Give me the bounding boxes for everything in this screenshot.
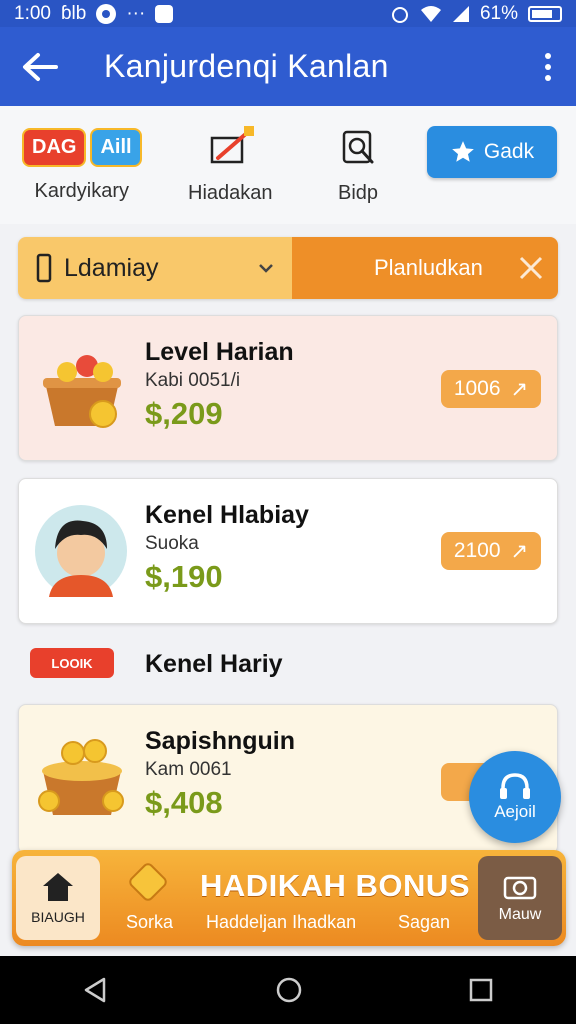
card-value-pill[interactable]: 1006 ↗ xyxy=(441,370,541,408)
card-title: Sapishnguin xyxy=(145,727,295,755)
card-subtitle: Kabi 0051/i xyxy=(145,370,241,391)
section-title: Kenel Hariy xyxy=(145,650,283,678)
edit-pencil-icon xyxy=(211,126,255,164)
toolbar-item-hiadakan[interactable]: Hiadakan xyxy=(188,126,273,205)
back-button[interactable] xyxy=(0,27,80,106)
close-icon[interactable] xyxy=(518,255,544,281)
alarm-icon xyxy=(391,6,408,23)
status-dots: ··· xyxy=(126,2,146,24)
filter-dropdown[interactable]: Ldamiay xyxy=(18,237,292,299)
card-value-pill[interactable]: 2100 ↗ xyxy=(441,532,541,570)
phone-icon xyxy=(36,253,52,283)
camera-icon xyxy=(503,876,537,900)
card-price: $,190 xyxy=(145,559,223,594)
brand-logo: DAG Aill xyxy=(22,126,142,168)
filter-action-label: Planludkan xyxy=(374,255,483,280)
filter-action[interactable]: Planludkan xyxy=(292,237,558,299)
status-network-text: ɓlb xyxy=(60,2,87,24)
battery-percent: 61% xyxy=(479,2,518,24)
card-subtitle: Kam 0061 xyxy=(145,759,232,780)
gadk-button[interactable]: Gadk xyxy=(427,126,557,178)
card-subtitle: Suoka xyxy=(145,533,199,554)
star-icon xyxy=(452,141,474,162)
search-document-icon xyxy=(342,130,374,164)
status-bar: 1:00 ɓlb ··· 61% xyxy=(0,0,576,27)
app-bar: Kanjurdenqi Kanlan xyxy=(0,27,576,106)
home-circle-icon[interactable] xyxy=(275,976,303,1004)
coin-basket-icon xyxy=(43,355,121,428)
toolbar-item-label: Hiadakan xyxy=(188,182,273,204)
toolbar: DAG Aill Kardyikary Hiadakan Bidp Gadk xyxy=(0,106,576,224)
avatar xyxy=(35,505,127,597)
more-options-button[interactable] xyxy=(520,27,576,106)
floating-action-button[interactable]: Aejoil xyxy=(469,751,561,843)
toolbar-item-kardyikary[interactable]: DAG Aill Kardyikary xyxy=(22,126,142,203)
bonus-tab[interactable]: Sorka xyxy=(126,912,173,933)
recents-square-icon[interactable] xyxy=(468,977,494,1003)
bonus-bar: BIAUGH HADIKAH BONUS Sorka Haddeljan Iha… xyxy=(12,850,566,946)
toolbar-item-label: Kardyikary xyxy=(34,180,130,202)
notification-icon xyxy=(96,3,117,24)
card-pill-value: 1006 xyxy=(453,377,501,400)
page-title: Kanjurdenqi Kanlan xyxy=(104,48,389,84)
home-tab-label: BIAUGH xyxy=(31,909,85,925)
bonus-tab[interactable]: Sagan xyxy=(398,912,450,933)
status-time: 1:00 xyxy=(14,2,51,24)
section-badge: LOOIK xyxy=(30,648,114,678)
toolbar-item-bidp[interactable]: Bidp xyxy=(336,126,380,205)
card-title: Level Harian xyxy=(145,338,294,366)
tag-icon: ↗ xyxy=(510,377,529,401)
gadk-button-label: Gadk xyxy=(483,140,535,163)
list-item[interactable]: Kenel Hlabiay Suoka $,190 2100 ↗ xyxy=(18,478,558,624)
back-triangle-icon[interactable] xyxy=(82,976,110,1004)
bonus-heading: HADIKAH BONUS xyxy=(200,868,470,903)
card-pill-value: 2100 xyxy=(453,539,501,562)
card-price: $,209 xyxy=(145,396,223,431)
section-header: LOOIK Kenel Hariy xyxy=(0,640,576,692)
filter-selected-value: Ldamiay xyxy=(64,253,159,282)
home-icon xyxy=(43,873,73,901)
system-nav-bar xyxy=(0,956,576,1024)
mauw-tab[interactable]: Mauw xyxy=(478,856,562,940)
arrow-left-icon xyxy=(23,52,58,81)
fab-label: Aejoil xyxy=(494,802,536,821)
coin-basket-icon xyxy=(38,739,124,815)
card-price: $,408 xyxy=(145,785,223,820)
list-item[interactable]: Level Harian Kabi 0051/i $,209 1006 ↗ xyxy=(18,315,558,461)
mauw-tab-label: Mauw xyxy=(498,906,542,923)
toolbar-item-label: Bidp xyxy=(337,182,379,204)
headset-icon xyxy=(500,773,530,799)
filter-bar: Ldamiay Planludkan xyxy=(18,237,558,299)
bonus-tab[interactable]: Haddeljan Ihadkan xyxy=(206,912,356,933)
wifi-icon xyxy=(420,5,441,22)
tag-icon: ↗ xyxy=(510,539,529,563)
chevron-down-icon xyxy=(259,264,273,273)
home-tab[interactable]: BIAUGH xyxy=(16,856,100,940)
ticket-icon xyxy=(129,863,167,901)
battery-icon xyxy=(528,5,562,22)
shield-icon xyxy=(155,4,174,23)
card-title: Kenel Hlabiay xyxy=(145,501,309,529)
signal-icon xyxy=(452,5,469,22)
